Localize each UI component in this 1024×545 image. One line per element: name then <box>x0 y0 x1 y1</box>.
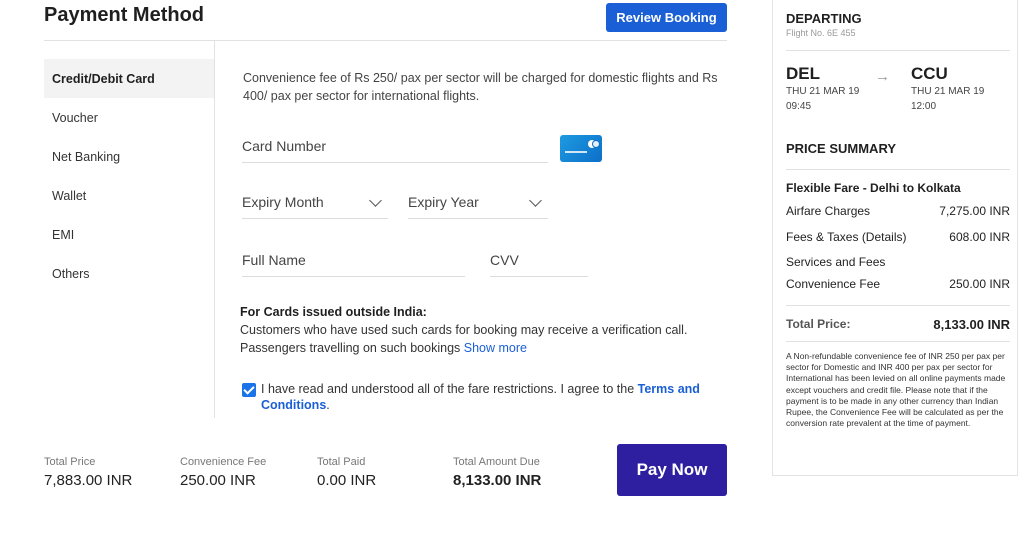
pay-now-button[interactable]: Pay Now <box>617 444 727 496</box>
price-row-convenience: Convenience Fee 250.00 INR <box>786 277 1010 291</box>
price-row-total: Total Price: 8,133.00 INR <box>786 317 1010 332</box>
cvv-placeholder: CVV <box>490 252 519 268</box>
credit-card-icon <box>560 135 602 162</box>
nav-item-others[interactable]: Others <box>44 254 214 293</box>
nav-item-credit-debit-card[interactable]: Credit/Debit Card <box>44 59 214 98</box>
expiry-year-label: Expiry Year <box>408 194 479 210</box>
summary-divider <box>786 305 1010 306</box>
review-booking-button[interactable]: Review Booking <box>606 3 727 32</box>
total-paid-value: 0.00 INR <box>317 472 377 489</box>
row-value: 250.00 INR <box>949 277 1010 291</box>
chevron-down-icon <box>529 194 542 207</box>
price-row-airfare: Airfare Charges 7,275.00 INR <box>786 204 1010 218</box>
price-row-fees-taxes[interactable]: Fees & Taxes (Details) 608.00 INR <box>786 230 1010 244</box>
convenience-fee-disclaimer: A Non-refundable convenience fee of INR … <box>786 351 1006 429</box>
agree-terms-label: I have read and understood all of the fa… <box>261 381 711 413</box>
price-row-services: Services and Fees <box>786 255 1010 269</box>
agree-text: I have read and understood all of the fa… <box>261 382 635 396</box>
row-label: Services and Fees <box>786 255 886 269</box>
row-label: Fees & Taxes (Details) <box>786 230 907 244</box>
full-name-placeholder: Full Name <box>242 252 306 268</box>
page-title: Payment Method <box>44 4 205 26</box>
expiry-month-select[interactable]: Expiry Month <box>242 186 388 219</box>
nav-item-wallet[interactable]: Wallet <box>44 176 214 215</box>
fare-title: Flexible Fare - Delhi to Kolkata <box>786 181 961 195</box>
card-number-placeholder: Card Number <box>242 138 327 154</box>
payment-method-nav: Credit/Debit Card Voucher Net Banking Wa… <box>44 40 215 418</box>
total-label: Total Price: <box>786 317 851 331</box>
agree-terms-checkbox[interactable] <box>242 383 256 397</box>
price-summary-heading: PRICE SUMMARY <box>786 141 897 156</box>
expiry-month-label: Expiry Month <box>242 194 324 210</box>
cvv-input[interactable]: CVV <box>490 244 588 277</box>
summary-divider <box>786 169 1010 170</box>
outside-india-heading: For Cards issued outside India: <box>240 305 427 319</box>
total-price-label: Total Price <box>44 456 96 468</box>
origin-code: DEL <box>786 64 820 83</box>
summary-divider <box>786 50 1010 51</box>
origin-time: 09:45 <box>786 101 812 112</box>
outside-india-info: For Cards issued outside India: Customer… <box>240 303 725 357</box>
convenience-fee-label: Convenience Fee <box>180 456 267 468</box>
row-value: 7,275.00 INR <box>939 204 1010 218</box>
departing-label: DEPARTING <box>786 11 862 26</box>
row-label: Airfare Charges <box>786 204 871 218</box>
amount-due-value: 8,133.00 INR <box>453 472 542 489</box>
origin-date: THU 21 MAR 19 <box>786 86 860 97</box>
nav-item-emi[interactable]: EMI <box>44 215 214 254</box>
arrow-right-icon: → <box>875 68 890 85</box>
flight-number: Flight No. 6E 455 <box>786 28 856 38</box>
booking-summary-panel: DEPARTING Flight No. 6E 455 DEL THU 21 M… <box>772 0 1018 476</box>
total-paid-label: Total Paid <box>317 456 366 468</box>
total-price-value: 7,883.00 INR <box>44 472 133 489</box>
row-label: Convenience Fee <box>786 277 881 291</box>
full-name-input[interactable]: Full Name <box>242 244 465 277</box>
destination-time: 12:00 <box>911 101 937 112</box>
destination-code: CCU <box>911 64 948 83</box>
nav-item-voucher[interactable]: Voucher <box>44 98 214 137</box>
row-value: 608.00 INR <box>949 230 1010 244</box>
expiry-year-select[interactable]: Expiry Year <box>408 186 548 219</box>
destination-date: THU 21 MAR 19 <box>911 86 985 97</box>
amount-due-label: Total Amount Due <box>453 456 540 468</box>
card-number-input[interactable]: Card Number <box>242 130 548 163</box>
agree-end: . <box>326 398 330 412</box>
summary-divider <box>786 341 1010 342</box>
convenience-fee-note: Convenience fee of Rs 250/ pax per secto… <box>243 71 718 103</box>
convenience-fee-value: 250.00 INR <box>180 472 256 489</box>
chevron-down-icon <box>369 194 382 207</box>
show-more-link[interactable]: Show more <box>464 341 527 355</box>
total-value: 8,133.00 INR <box>933 317 1010 332</box>
nav-item-net-banking[interactable]: Net Banking <box>44 137 214 176</box>
